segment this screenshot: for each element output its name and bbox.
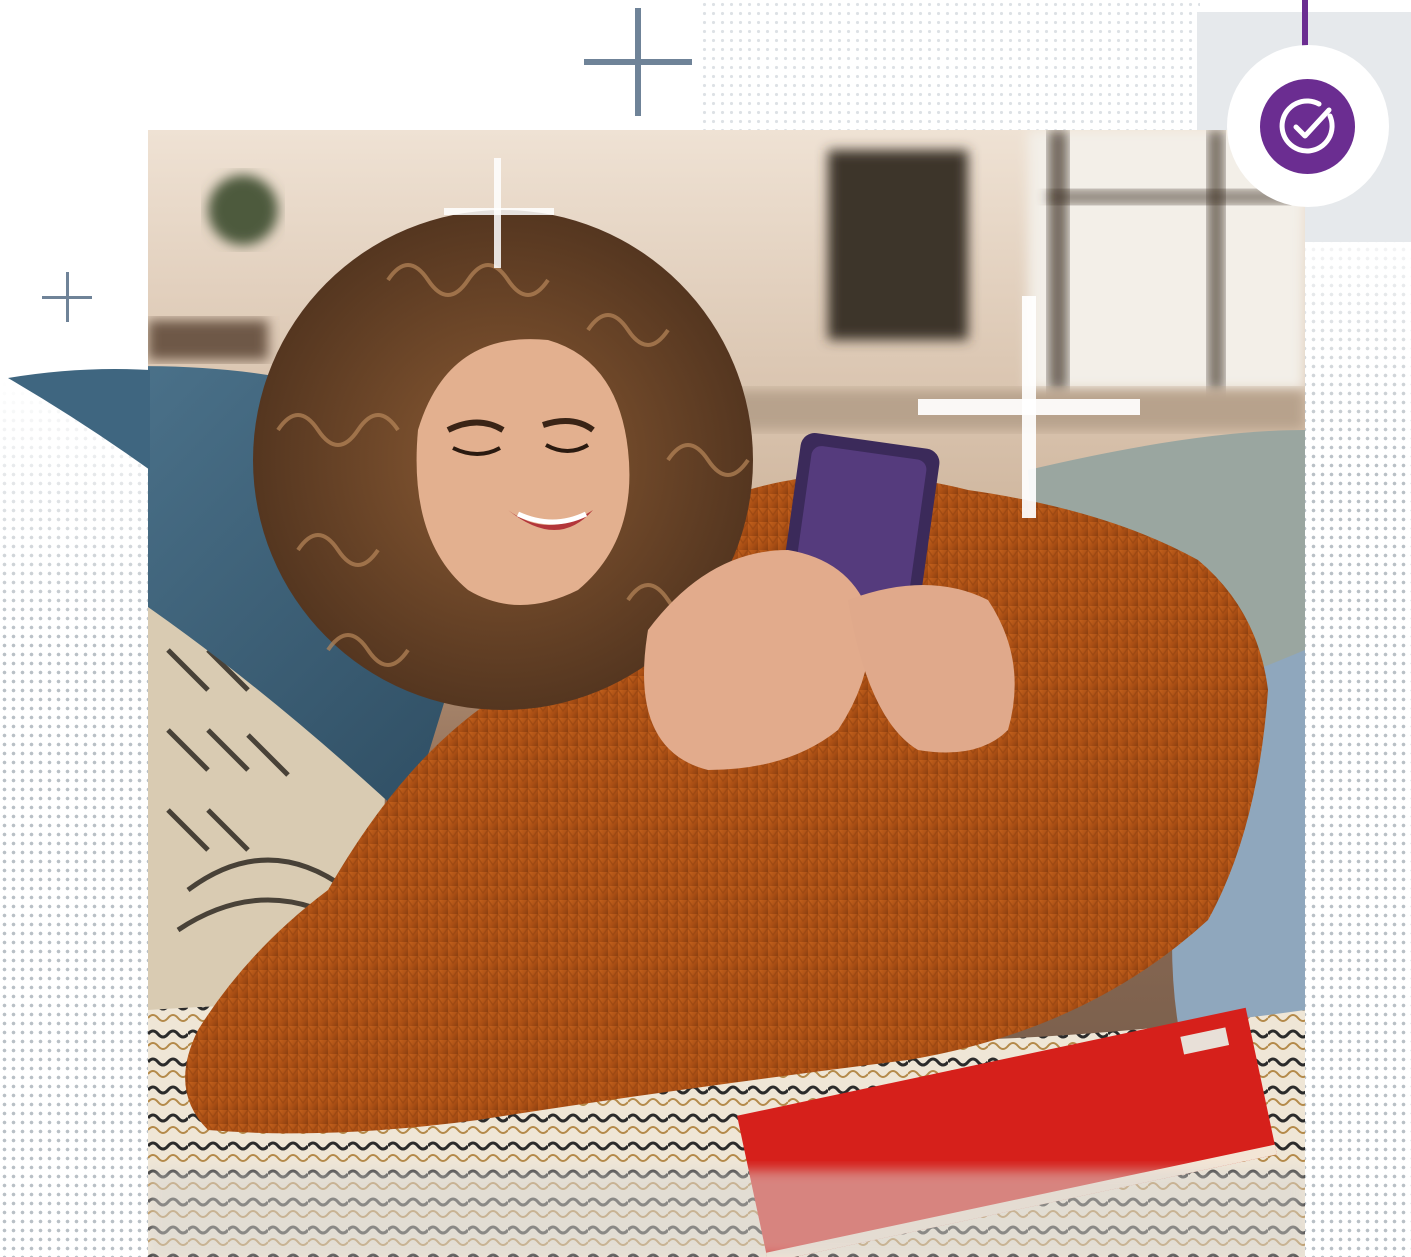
pillow-overhang xyxy=(8,369,150,470)
halftone-pattern-right xyxy=(1300,200,1411,1257)
verified-badge xyxy=(1260,79,1355,174)
plus-sign-icon xyxy=(42,272,92,322)
check-circle-icon xyxy=(1279,97,1334,153)
plus-sign-icon xyxy=(584,8,692,116)
plus-sign-icon xyxy=(918,296,1140,518)
halftone-pattern-left xyxy=(0,380,160,1257)
plus-sign-icon xyxy=(444,158,554,268)
halftone-pattern-top xyxy=(700,0,1200,130)
